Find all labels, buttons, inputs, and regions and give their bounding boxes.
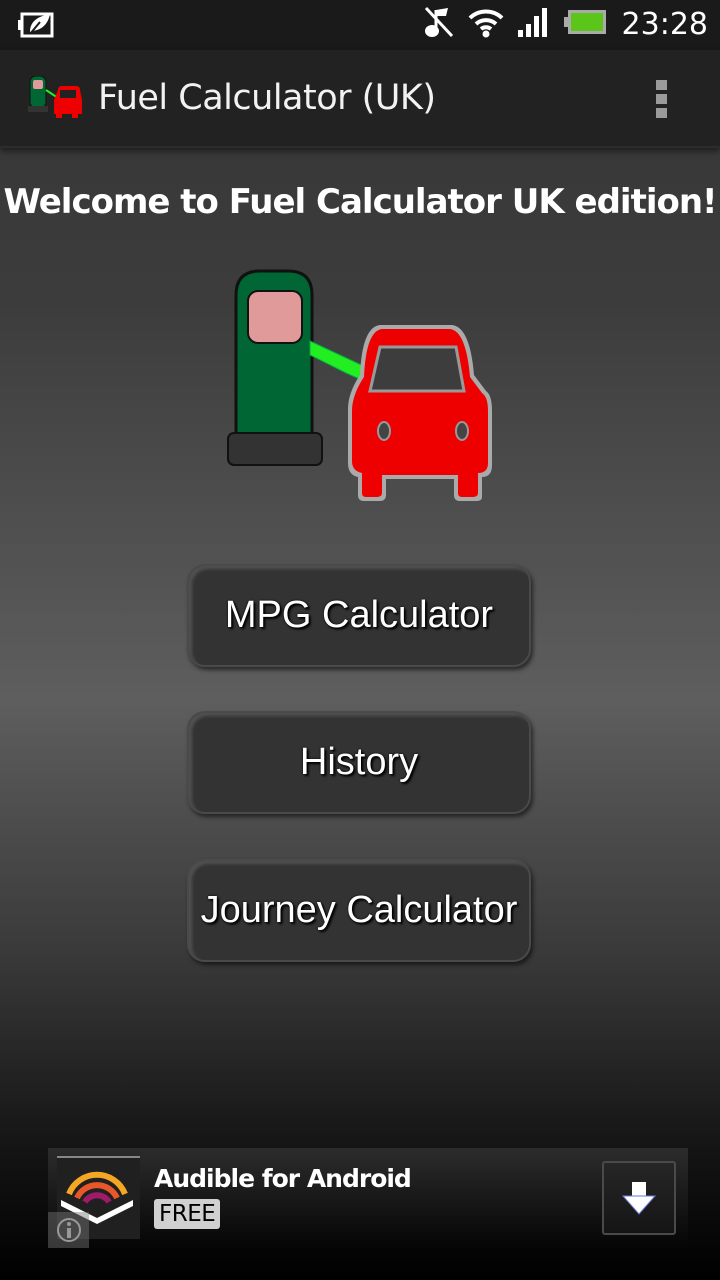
battery-icon (563, 8, 608, 41)
download-button[interactable] (602, 1161, 676, 1235)
overflow-menu-icon[interactable] (656, 80, 672, 120)
silent-mode-icon (424, 6, 454, 43)
app-title: Fuel Calculator (UK) (98, 78, 436, 118)
download-arrow-icon (621, 1182, 657, 1215)
clock: 23:28 (621, 7, 708, 42)
action-bar: Fuel Calculator (UK) (0, 50, 720, 148)
wifi-icon (468, 6, 504, 43)
journey-calculator-button[interactable]: Journey Calculator (187, 859, 531, 962)
history-button[interactable]: History (187, 711, 531, 814)
mpg-calculator-button[interactable]: MPG Calculator (187, 564, 531, 667)
welcome-heading: Welcome to Fuel Calculator UK edition! (3, 182, 717, 222)
ad-price-badge: FREE (154, 1199, 221, 1229)
fuel-pump-car-logo (220, 265, 500, 510)
power-saver-icon (18, 10, 56, 43)
status-bar: 23:28 (0, 0, 720, 50)
signal-icon (517, 7, 550, 42)
ad-title[interactable]: Audible for Android (154, 1164, 412, 1193)
app-icon[interactable] (28, 75, 86, 125)
ad-info-icon[interactable] (48, 1212, 89, 1248)
ad-banner[interactable]: Audible for Android FREE (48, 1148, 688, 1248)
